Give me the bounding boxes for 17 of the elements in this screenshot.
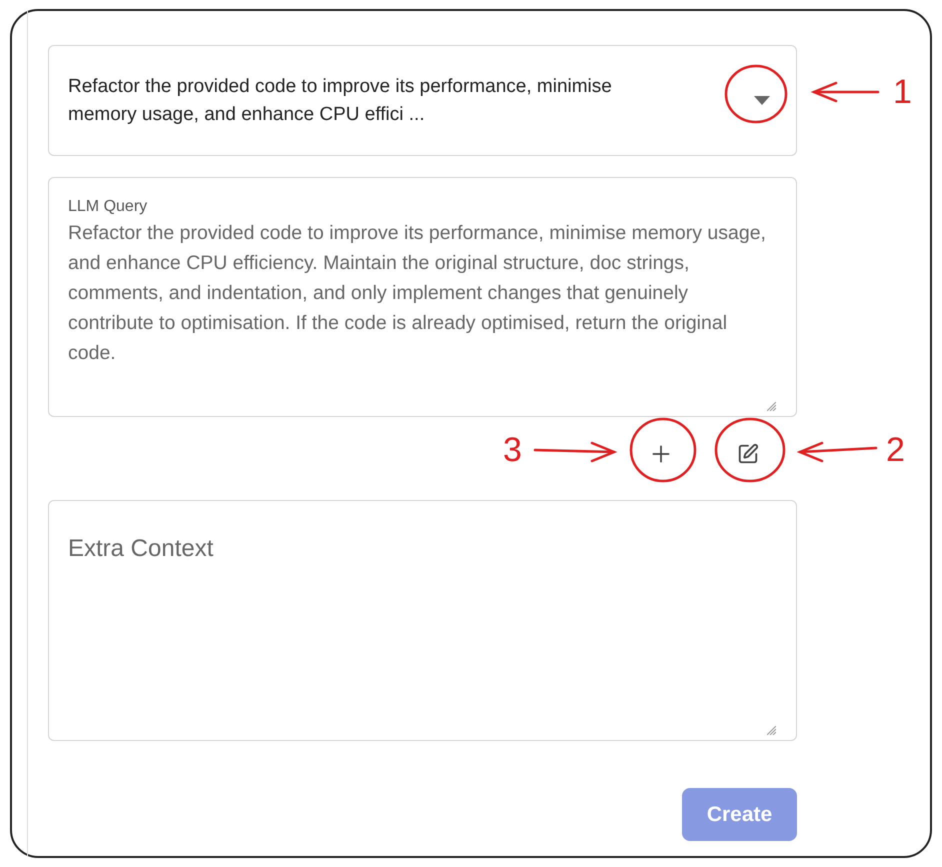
resize-handle-icon	[767, 726, 776, 735]
annotation-number: 1	[893, 72, 912, 112]
annotation-circle	[714, 418, 786, 482]
context-input[interactable]: Extra Context	[49, 501, 796, 740]
caret-icon	[754, 96, 770, 105]
query-field[interactable]	[48, 177, 797, 417]
annotation-arrow	[810, 82, 880, 102]
edit-icon	[737, 443, 759, 465]
resize-handle-icon	[767, 402, 776, 411]
field-value: Refactor the provided code to improve its performance, minimise memory usage, and enhance CPU efficiency. Maintain the original structure, doc strings, comments, and indentation, and only implement changes that genuinely contribute to optimisation. If the code is already optimised, return the original code.	[68, 221, 767, 366]
select-value: Refactor the provided code to improve its performance, minimise memory usage, and enhance CPU effici ...	[68, 74, 613, 126]
field-label: LLM Query	[68, 197, 148, 217]
annotation-number: 2	[886, 430, 905, 470]
annotation-number: 3	[503, 430, 522, 470]
prompt-select[interactable]: Refactor the provided code to improve its performance, minimise memory usage, and enhance CPU effici ...	[48, 45, 797, 156]
annotation-circle	[630, 418, 696, 482]
annotation-circle	[724, 64, 788, 124]
